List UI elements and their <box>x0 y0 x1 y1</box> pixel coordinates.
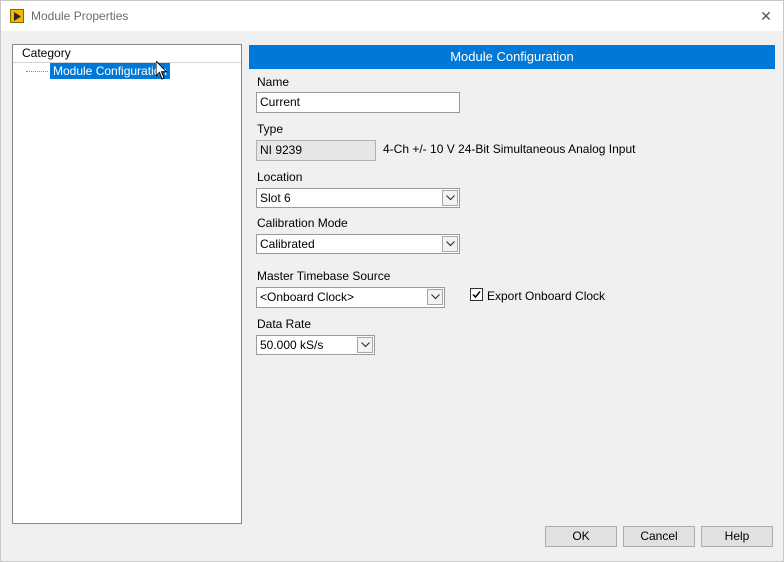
category-header: Category <box>13 45 241 63</box>
name-input[interactable]: Current <box>256 92 460 113</box>
location-value: Slot 6 <box>260 191 291 205</box>
category-tree[interactable]: Category Module Configuration <box>12 44 242 524</box>
tree-item-module-configuration[interactable]: Module Configuration <box>26 63 171 79</box>
window-title: Module Properties <box>31 9 129 23</box>
close-icon[interactable]: ✕ <box>757 7 775 25</box>
calibration-mode-label: Calibration Mode <box>257 216 348 230</box>
tree-item-label: Module Configuration <box>50 63 171 79</box>
help-button[interactable]: Help <box>701 526 773 547</box>
timebase-source-select[interactable]: <Onboard Clock> <box>256 287 445 308</box>
calibration-mode-value: Calibrated <box>260 237 315 251</box>
title-bar: Module Properties ✕ <box>1 1 783 31</box>
calibration-mode-select[interactable]: Calibrated <box>256 234 460 254</box>
type-field: NI 9239 <box>256 140 376 161</box>
module-properties-dialog: Module Properties ✕ Category Module Conf… <box>0 0 784 562</box>
checkmark-icon <box>472 291 481 299</box>
data-rate-select[interactable]: 50.000 kS/s <box>256 335 375 355</box>
labview-arrow-icon <box>10 9 24 23</box>
chevron-down-icon[interactable] <box>427 289 443 305</box>
chevron-down-icon[interactable] <box>442 190 458 206</box>
export-onboard-clock-checkbox[interactable] <box>470 288 483 301</box>
ok-button[interactable]: OK <box>545 526 617 547</box>
tree-connector-line <box>26 70 48 72</box>
mouse-pointer-icon <box>156 61 168 80</box>
type-description: 4-Ch +/- 10 V 24-Bit Simultaneous Analog… <box>383 142 636 156</box>
chevron-down-icon[interactable] <box>357 337 373 353</box>
chevron-down-icon[interactable] <box>442 236 458 252</box>
data-rate-value: 50.000 kS/s <box>260 338 324 352</box>
name-label: Name <box>257 75 290 89</box>
config-section-header: Module Configuration <box>249 45 775 69</box>
type-label: Type <box>257 122 284 136</box>
timebase-source-value: <Onboard Clock> <box>260 290 355 304</box>
export-onboard-clock-label[interactable]: Export Onboard Clock <box>487 289 605 303</box>
cancel-button[interactable]: Cancel <box>623 526 695 547</box>
location-label: Location <box>257 170 303 184</box>
timebase-source-label: Master Timebase Source <box>257 269 391 283</box>
location-select[interactable]: Slot 6 <box>256 188 460 208</box>
data-rate-label: Data Rate <box>257 317 312 331</box>
